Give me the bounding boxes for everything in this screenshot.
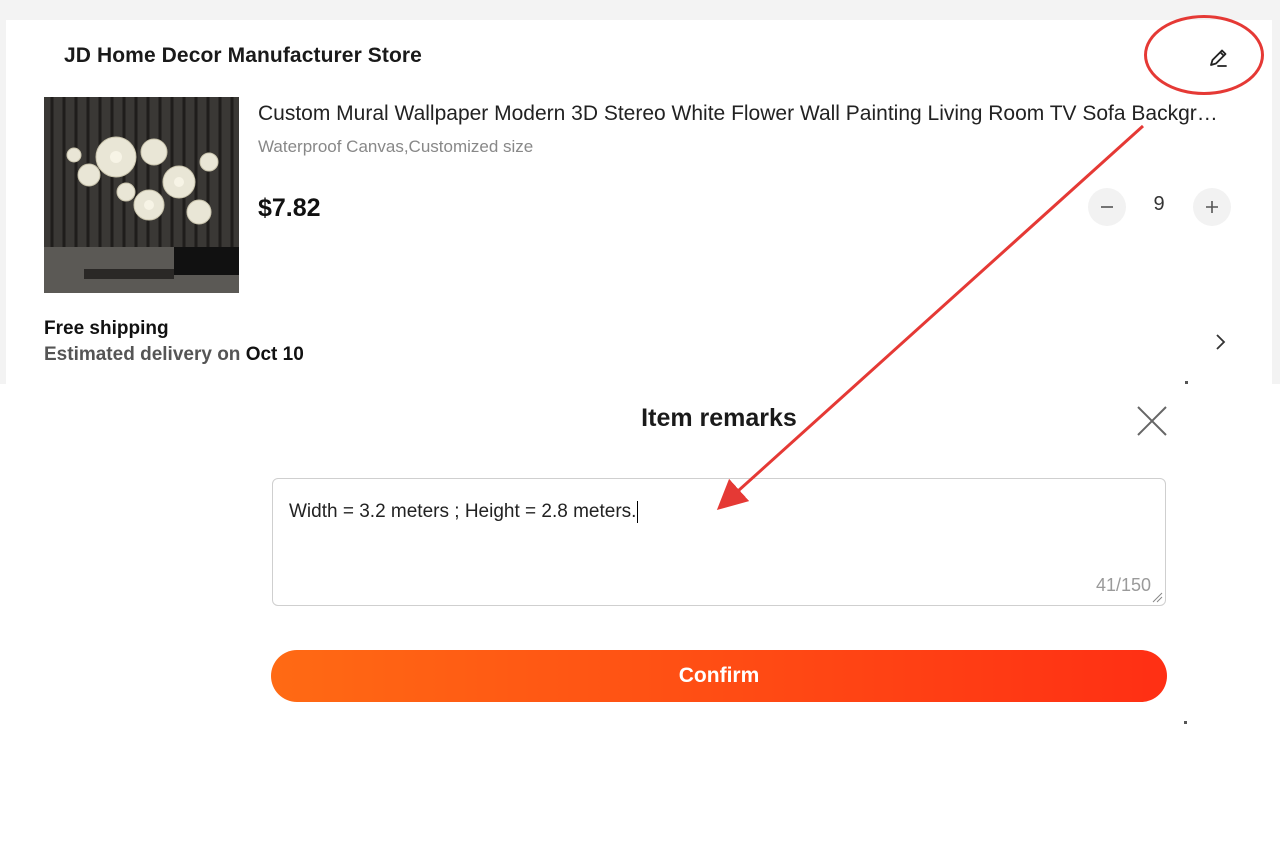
remarks-textarea[interactable]: Width = 3.2 meters ; Height = 2.8 meters… [272, 478, 1166, 606]
text-caret [637, 501, 639, 523]
quantity-decrease-button[interactable] [1088, 188, 1126, 226]
character-counter: 41/150 [1095, 575, 1151, 595]
product-title[interactable]: Custom Mural Wallpaper Modern 3D Stereo … [258, 102, 1228, 126]
decorative-dot [1184, 721, 1187, 724]
modal-title: Item remarks [641, 404, 797, 432]
decorative-dot [1185, 381, 1188, 384]
pencil-icon [1210, 49, 1227, 67]
product-variant: Waterproof Canvas,Customized size [258, 137, 534, 156]
page-background-top [0, 0, 1280, 20]
quantity-value[interactable]: 9 [1140, 193, 1178, 216]
store-name[interactable]: JD Home Decor Manufacturer Store [64, 44, 422, 68]
product-price: $7.82 [258, 194, 321, 222]
delivery-date: Oct 10 [245, 344, 304, 365]
close-modal-button[interactable] [1134, 403, 1170, 439]
shipping-title: Free shipping [44, 318, 169, 339]
product-thumbnail[interactable] [44, 97, 239, 293]
minus-icon [1101, 206, 1113, 208]
chevron-right-icon [1216, 334, 1226, 350]
plus-icon [1206, 201, 1218, 213]
resize-grip-icon[interactable] [1151, 591, 1163, 603]
close-icon [1137, 406, 1167, 436]
remarks-input-value: Width = 3.2 meters ; Height = 2.8 meters… [289, 501, 637, 523]
edit-remarks-button[interactable] [1204, 44, 1232, 72]
quantity-increase-button[interactable] [1193, 188, 1231, 226]
remarks-input-text: Width = 3.2 meters ; Height = 2.8 meters… [289, 501, 639, 523]
page-background-right [1272, 20, 1280, 384]
delivery-estimate: Estimated delivery on Oct 10 [44, 344, 304, 366]
delivery-estimate-prefix: Estimated delivery on [44, 344, 246, 365]
shipping-details-button[interactable] [1210, 330, 1230, 354]
confirm-button[interactable]: Confirm [271, 650, 1167, 702]
